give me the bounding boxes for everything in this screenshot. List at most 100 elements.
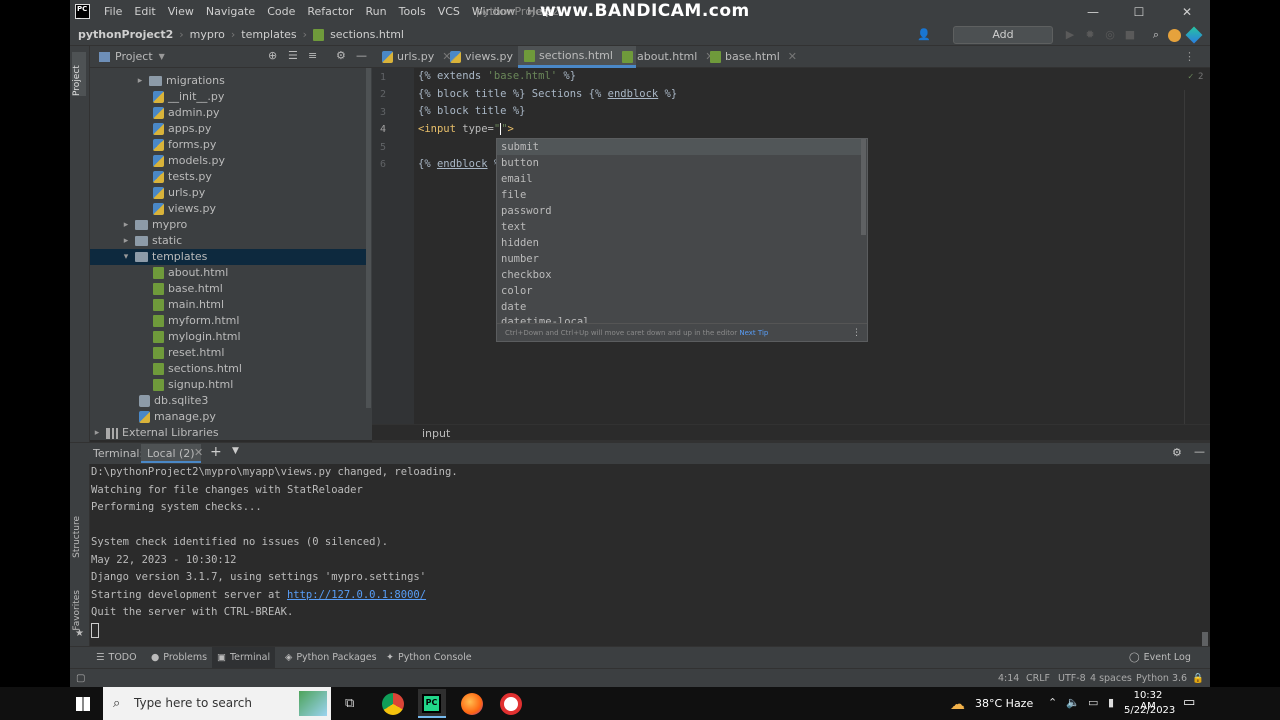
project-side-tab[interactable]: Project (72, 52, 86, 96)
completion-item-hidden[interactable]: hidden (497, 235, 861, 251)
hide-panel-icon[interactable]: — (1194, 445, 1205, 458)
tree-expand-arrow[interactable]: ▸ (121, 217, 131, 233)
completion-item-checkbox[interactable]: checkbox (497, 267, 861, 283)
tree-node-external-libraries[interactable]: ▸ External Libraries (92, 425, 219, 440)
menu-tools[interactable]: Tools (393, 0, 432, 24)
notifications-icon[interactable]: ▭ (1183, 695, 1195, 710)
menu-navigate[interactable]: Navigate (200, 0, 261, 24)
user-icon[interactable]: 👤 (916, 27, 932, 43)
completion-scrollbar[interactable] (861, 139, 866, 235)
tree-node-migrations[interactable]: ▸ migrations (135, 73, 225, 89)
settings-gear-icon[interactable]: ⚙ (336, 49, 346, 62)
problems-tab[interactable]: ● Problems (146, 647, 212, 669)
tree-node-mypro[interactable]: ▸ mypro (121, 217, 187, 233)
line-separator[interactable]: CRLF (1026, 669, 1050, 687)
task-view-icon[interactable]: ⧉ (345, 696, 354, 711)
menu-view[interactable]: View (162, 0, 200, 24)
next-tip-link[interactable]: Next Tip (739, 329, 768, 337)
python-console-tab[interactable]: ✦ Python Console (381, 647, 477, 669)
collapse-all-icon[interactable]: ≡ (308, 49, 317, 62)
menu-vcs[interactable]: VCS (432, 0, 466, 24)
event-log-tab[interactable]: ◯ Event Log (1124, 647, 1196, 669)
chrome-icon[interactable] (382, 693, 404, 715)
windows-start-icon[interactable] (76, 697, 90, 711)
toggle-tool-windows-icon[interactable]: ▢ (76, 669, 85, 687)
show-hidden-icons-chevron-icon[interactable]: ⌃ (1048, 696, 1057, 709)
tree-node-static[interactable]: ▸ static (121, 233, 182, 249)
tree-node-views-py[interactable]: views.py (153, 201, 216, 217)
tree-scrollbar[interactable] (366, 68, 371, 408)
tree-expand-arrow[interactable]: ▾ (121, 249, 131, 265)
speaker-icon[interactable]: 🔈 (1066, 696, 1080, 709)
tree-node-base-html[interactable]: base.html (153, 281, 223, 297)
close-button[interactable]: ✕ (1164, 0, 1210, 24)
python-packages-tab[interactable]: ◈ Python Packages (280, 647, 382, 669)
breadcrumb-project[interactable]: pythonProject2 (78, 24, 173, 46)
terminal-scrollbar[interactable] (1202, 632, 1208, 646)
tree-node-main-html[interactable]: main.html (153, 297, 224, 313)
bandicam-record-icon[interactable] (500, 693, 522, 715)
todo-tab[interactable]: ☰ TODO (91, 647, 142, 669)
tree-node-about-html[interactable]: about.html (153, 265, 228, 281)
menu-refactor[interactable]: Refactor (301, 0, 359, 24)
breadcrumb-file[interactable]: sections.html (330, 24, 404, 46)
autocomplete-popup[interactable]: submit button email file password text h… (496, 138, 868, 342)
close-icon[interactable]: ✕ (194, 446, 203, 459)
menu-code[interactable]: Code (261, 0, 301, 24)
project-view-label[interactable]: Project (115, 50, 153, 63)
tree-node-myform-html[interactable]: myform.html (153, 313, 239, 329)
coverage-icon[interactable]: ◎ (1102, 27, 1118, 43)
tree-node-apps-py[interactable]: apps.py (153, 121, 211, 137)
tab-base-html[interactable]: base.html ✕ (704, 46, 803, 68)
taskbar-search-box[interactable]: ⌕ Type here to search (103, 687, 331, 720)
chevron-down-icon[interactable]: ▼ (232, 446, 239, 456)
completion-item-number[interactable]: number (497, 251, 861, 267)
structure-side-tab[interactable]: Structure (72, 516, 82, 558)
completion-item-password[interactable]: password (497, 203, 861, 219)
breadcrumb-templates[interactable]: templates (241, 24, 296, 46)
file-encoding[interactable]: UTF-8 (1058, 669, 1086, 687)
completion-item-submit[interactable]: submit (497, 139, 861, 155)
terminal-tab[interactable]: ▣ Terminal (212, 647, 276, 669)
tree-expand-arrow[interactable]: ▸ (92, 425, 102, 440)
tree-node-forms-py[interactable]: forms.py (153, 137, 216, 153)
tree-node-reset-html[interactable]: reset.html (153, 345, 224, 361)
menu-run[interactable]: Run (360, 0, 393, 24)
tree-expand-arrow[interactable]: ▸ (135, 73, 145, 89)
caret-position[interactable]: 4:14 (998, 669, 1019, 687)
locate-icon[interactable]: ⊕ (268, 49, 277, 62)
ide-logo-icon[interactable] (1185, 26, 1203, 44)
weather-text[interactable]: 38°C Haze (975, 697, 1033, 710)
tree-node-models-py[interactable]: models.py (153, 153, 225, 169)
tree-node-db-sqlite3[interactable]: db.sqlite3 (139, 393, 208, 409)
battery-icon[interactable]: ▮ (1108, 696, 1114, 709)
tree-node-manage-py[interactable]: manage.py (139, 409, 216, 425)
breadcrumb-mypro[interactable]: mypro (190, 24, 225, 46)
clock-date[interactable]: 5/22/2023 (1124, 705, 1175, 716)
tree-node-mylogin-html[interactable]: mylogin.html (153, 329, 241, 345)
indent-setting[interactable]: 4 spaces (1090, 669, 1132, 687)
tree-node-signup-html[interactable]: signup.html (153, 377, 233, 393)
tree-node-templates[interactable]: ▾ templates (90, 249, 368, 265)
tree-node-admin-py[interactable]: admin.py (153, 105, 219, 121)
maximize-button[interactable]: ☐ (1116, 0, 1162, 24)
close-icon[interactable]: ✕ (788, 46, 797, 68)
stop-icon[interactable]: ■ (1122, 27, 1138, 43)
inspection-check-icon[interactable]: ✓ (1188, 72, 1193, 82)
hide-panel-icon[interactable]: — (356, 49, 367, 62)
add-configuration-button[interactable]: Add Configuration... (953, 26, 1053, 57)
terminal-tab-local[interactable]: Local (2) (141, 444, 201, 463)
completion-item-email[interactable]: email (497, 171, 861, 187)
favorites-side-tab[interactable]: Favorites (72, 590, 82, 631)
chevron-down-icon[interactable]: ▼ (159, 52, 165, 61)
completion-item-button[interactable]: button (497, 155, 861, 171)
tree-node-urls-py[interactable]: urls.py (153, 185, 205, 201)
completion-item-text[interactable]: text (497, 219, 861, 235)
menu-file[interactable]: File (98, 0, 128, 24)
tree-node-sections-html[interactable]: sections.html (153, 361, 242, 377)
debug-icon[interactable]: ✹ (1082, 27, 1098, 43)
completion-item-datetime-local[interactable]: datetime-local (497, 315, 861, 323)
python-interpreter[interactable]: Python 3.6 (1136, 669, 1187, 687)
lock-icon[interactable]: 🔒 (1192, 669, 1204, 687)
search-icon[interactable]: ⌕ (1148, 27, 1164, 43)
